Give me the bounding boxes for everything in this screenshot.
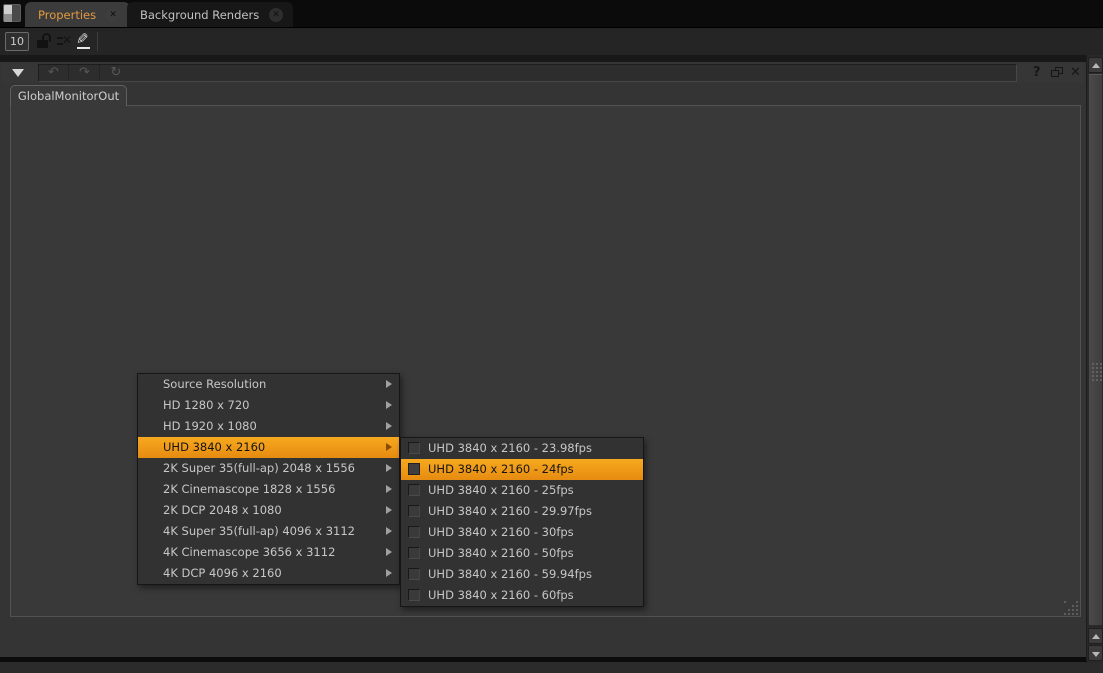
submenu-item-24fps[interactable]: UHD 3840 x 2160 - 24fps — [401, 459, 643, 480]
submenu-item-label: UHD 3840 x 2160 - 24fps — [428, 462, 574, 476]
pencil-underline — [77, 47, 90, 49]
node-tab-globalmonitorout[interactable]: GlobalMonitorOut — [10, 85, 127, 106]
submenu-item-label: UHD 3840 x 2160 - 30fps — [428, 525, 574, 539]
checkbox-icon — [408, 547, 420, 559]
menu-item-2k-super35[interactable]: 2K Super 35(full-ap) 2048 x 1556 — [138, 458, 399, 479]
close-all-panels-icon[interactable]: ✕ — [57, 35, 73, 48]
submenu-item-29-97fps[interactable]: UHD 3840 x 2160 - 29.97fps — [401, 501, 643, 522]
checkbox-icon — [408, 463, 420, 475]
menu-item-4k-super35[interactable]: 4K Super 35(full-ap) 4096 x 3112 — [138, 521, 399, 542]
clear-x: ✕ — [62, 33, 72, 47]
arrow-up-icon — [1092, 63, 1100, 68]
pencil-glyph: ✎ — [76, 30, 89, 48]
tab-close-icon[interactable]: ✕ — [269, 8, 283, 22]
nuke-properties-window: Properties ✕ Background Renders ✕ 10 ✕ ✎ — [0, 0, 1103, 673]
submenu-item-label: UHD 3840 x 2160 - 60fps — [428, 588, 574, 602]
max-panels-input[interactable]: 10 — [5, 32, 29, 51]
menu-item-4k-cinemascope[interactable]: 4K Cinemascope 3656 x 3112 — [138, 542, 399, 563]
submenu-item-label: UHD 3840 x 2160 - 59.94fps — [428, 567, 592, 581]
menu-item-source-resolution[interactable]: Source Resolution — [138, 374, 399, 395]
menu-item-2k-dcp[interactable]: 2K DCP 2048 x 1080 — [138, 500, 399, 521]
pane-top-strip — [0, 55, 1103, 62]
checkbox-icon — [408, 484, 420, 496]
scroll-up-button-bottom[interactable] — [1088, 628, 1103, 644]
arrow-up-icon — [1092, 634, 1100, 639]
scroll-up-button[interactable] — [1088, 57, 1103, 73]
fps-submenu: UHD 3840 x 2160 - 23.98fps UHD 3840 x 21… — [400, 437, 644, 607]
float-panel-icon[interactable] — [1051, 67, 1064, 79]
submenu-arrow-icon — [386, 548, 392, 556]
menu-item-label: UHD 3840 x 2160 — [163, 440, 265, 454]
collapse-panel-icon[interactable] — [12, 69, 24, 77]
revert-icon[interactable]: ↻ — [101, 65, 131, 81]
submenu-arrow-icon — [386, 464, 392, 472]
tab-properties[interactable]: Properties ✕ — [25, 2, 130, 27]
menu-item-label: Source Resolution — [163, 377, 266, 391]
lock-panels-icon[interactable] — [36, 33, 52, 49]
scrollbar-grip-dots — [1092, 363, 1094, 365]
resize-grip[interactable] — [1064, 601, 1066, 603]
menu-item-hd-1920x1080[interactable]: HD 1920 x 1080 — [138, 416, 399, 437]
panel-tab-bar: Properties ✕ Background Renders ✕ — [0, 0, 1103, 27]
edit-pencil-icon[interactable]: ✎ — [76, 30, 94, 50]
undo-icon[interactable]: ↶ — [39, 65, 69, 81]
toolbar-separator — [97, 32, 98, 51]
submenu-arrow-icon — [386, 380, 392, 388]
tab-background-renders-label: Background Renders — [140, 8, 259, 22]
submenu-item-label: UHD 3840 x 2160 - 23.98fps — [428, 441, 592, 455]
display-mode-menu: Source Resolution HD 1280 x 720 HD 1920 … — [137, 373, 400, 585]
submenu-arrow-icon — [386, 443, 392, 451]
tab-background-renders[interactable]: Background Renders ✕ — [127, 2, 293, 27]
tab-properties-label: Properties — [38, 8, 96, 22]
menu-item-label: 4K Cinemascope 3656 x 3112 — [163, 545, 335, 559]
submenu-item-60fps[interactable]: UHD 3840 x 2160 - 60fps — [401, 585, 643, 606]
checkbox-icon — [408, 526, 420, 538]
checkbox-icon — [408, 505, 420, 517]
submenu-item-label: UHD 3840 x 2160 - 29.97fps — [428, 504, 592, 518]
properties-toolbar: 10 ✕ ✎ — [0, 27, 1103, 55]
submenu-item-30fps[interactable]: UHD 3840 x 2160 - 30fps — [401, 522, 643, 543]
submenu-arrow-icon — [386, 422, 392, 430]
lock-body — [37, 40, 48, 48]
submenu-item-50fps[interactable]: UHD 3840 x 2160 - 50fps — [401, 543, 643, 564]
header-recessed-strip: ↶ ↷ ↻ — [38, 64, 1017, 82]
submenu-item-label: UHD 3840 x 2160 - 50fps — [428, 546, 574, 560]
checkbox-icon — [408, 589, 420, 601]
help-icon[interactable]: ? — [1033, 65, 1041, 80]
scrollbar-thumb[interactable] — [1088, 74, 1103, 626]
menu-item-label: 2K DCP 2048 x 1080 — [163, 503, 282, 517]
node-panel-header: ↶ ↷ ↻ ? ✕ — [2, 62, 1084, 83]
submenu-item-25fps[interactable]: UHD 3840 x 2160 - 25fps — [401, 480, 643, 501]
menu-item-label: 2K Cinemascope 1828 x 1556 — [163, 482, 335, 496]
submenu-arrow-icon — [386, 506, 392, 514]
close-panel-icon[interactable]: ✕ — [1070, 65, 1081, 80]
pane-layout-icon[interactable] — [3, 4, 21, 22]
menu-item-hd-1280x720[interactable]: HD 1280 x 720 — [138, 395, 399, 416]
submenu-arrow-icon — [386, 485, 392, 493]
float-square — [1051, 70, 1059, 77]
menu-item-label: 2K Super 35(full-ap) 2048 x 1556 — [163, 461, 355, 475]
menu-item-uhd-3840x2160[interactable]: UHD 3840 x 2160 — [138, 437, 399, 458]
scroll-down-button[interactable] — [1088, 645, 1103, 661]
bottom-pane-divider — [0, 657, 1103, 662]
menu-item-label: HD 1280 x 720 — [163, 398, 250, 412]
vertical-scrollbar[interactable] — [1086, 55, 1103, 663]
submenu-arrow-icon — [386, 527, 392, 535]
menu-item-4k-dcp[interactable]: 4K DCP 4096 x 2160 — [138, 563, 399, 584]
arrow-down-icon — [1092, 652, 1100, 657]
submenu-item-23-98fps[interactable]: UHD 3840 x 2160 - 23.98fps — [401, 438, 643, 459]
submenu-item-label: UHD 3840 x 2160 - 25fps — [428, 483, 574, 497]
menu-item-label: 4K DCP 4096 x 2160 — [163, 566, 282, 580]
submenu-arrow-icon — [386, 569, 392, 577]
tab-close-icon[interactable]: ✕ — [106, 8, 120, 22]
submenu-arrow-icon — [386, 401, 392, 409]
menu-item-label: 4K Super 35(full-ap) 4096 x 3112 — [163, 524, 355, 538]
checkbox-icon — [408, 442, 420, 454]
submenu-item-59-94fps[interactable]: UHD 3840 x 2160 - 59.94fps — [401, 564, 643, 585]
redo-icon[interactable]: ↷ — [70, 65, 100, 81]
menu-item-2k-cinemascope[interactable]: 2K Cinemascope 1828 x 1556 — [138, 479, 399, 500]
menu-item-label: HD 1920 x 1080 — [163, 419, 257, 433]
checkbox-icon — [408, 568, 420, 580]
